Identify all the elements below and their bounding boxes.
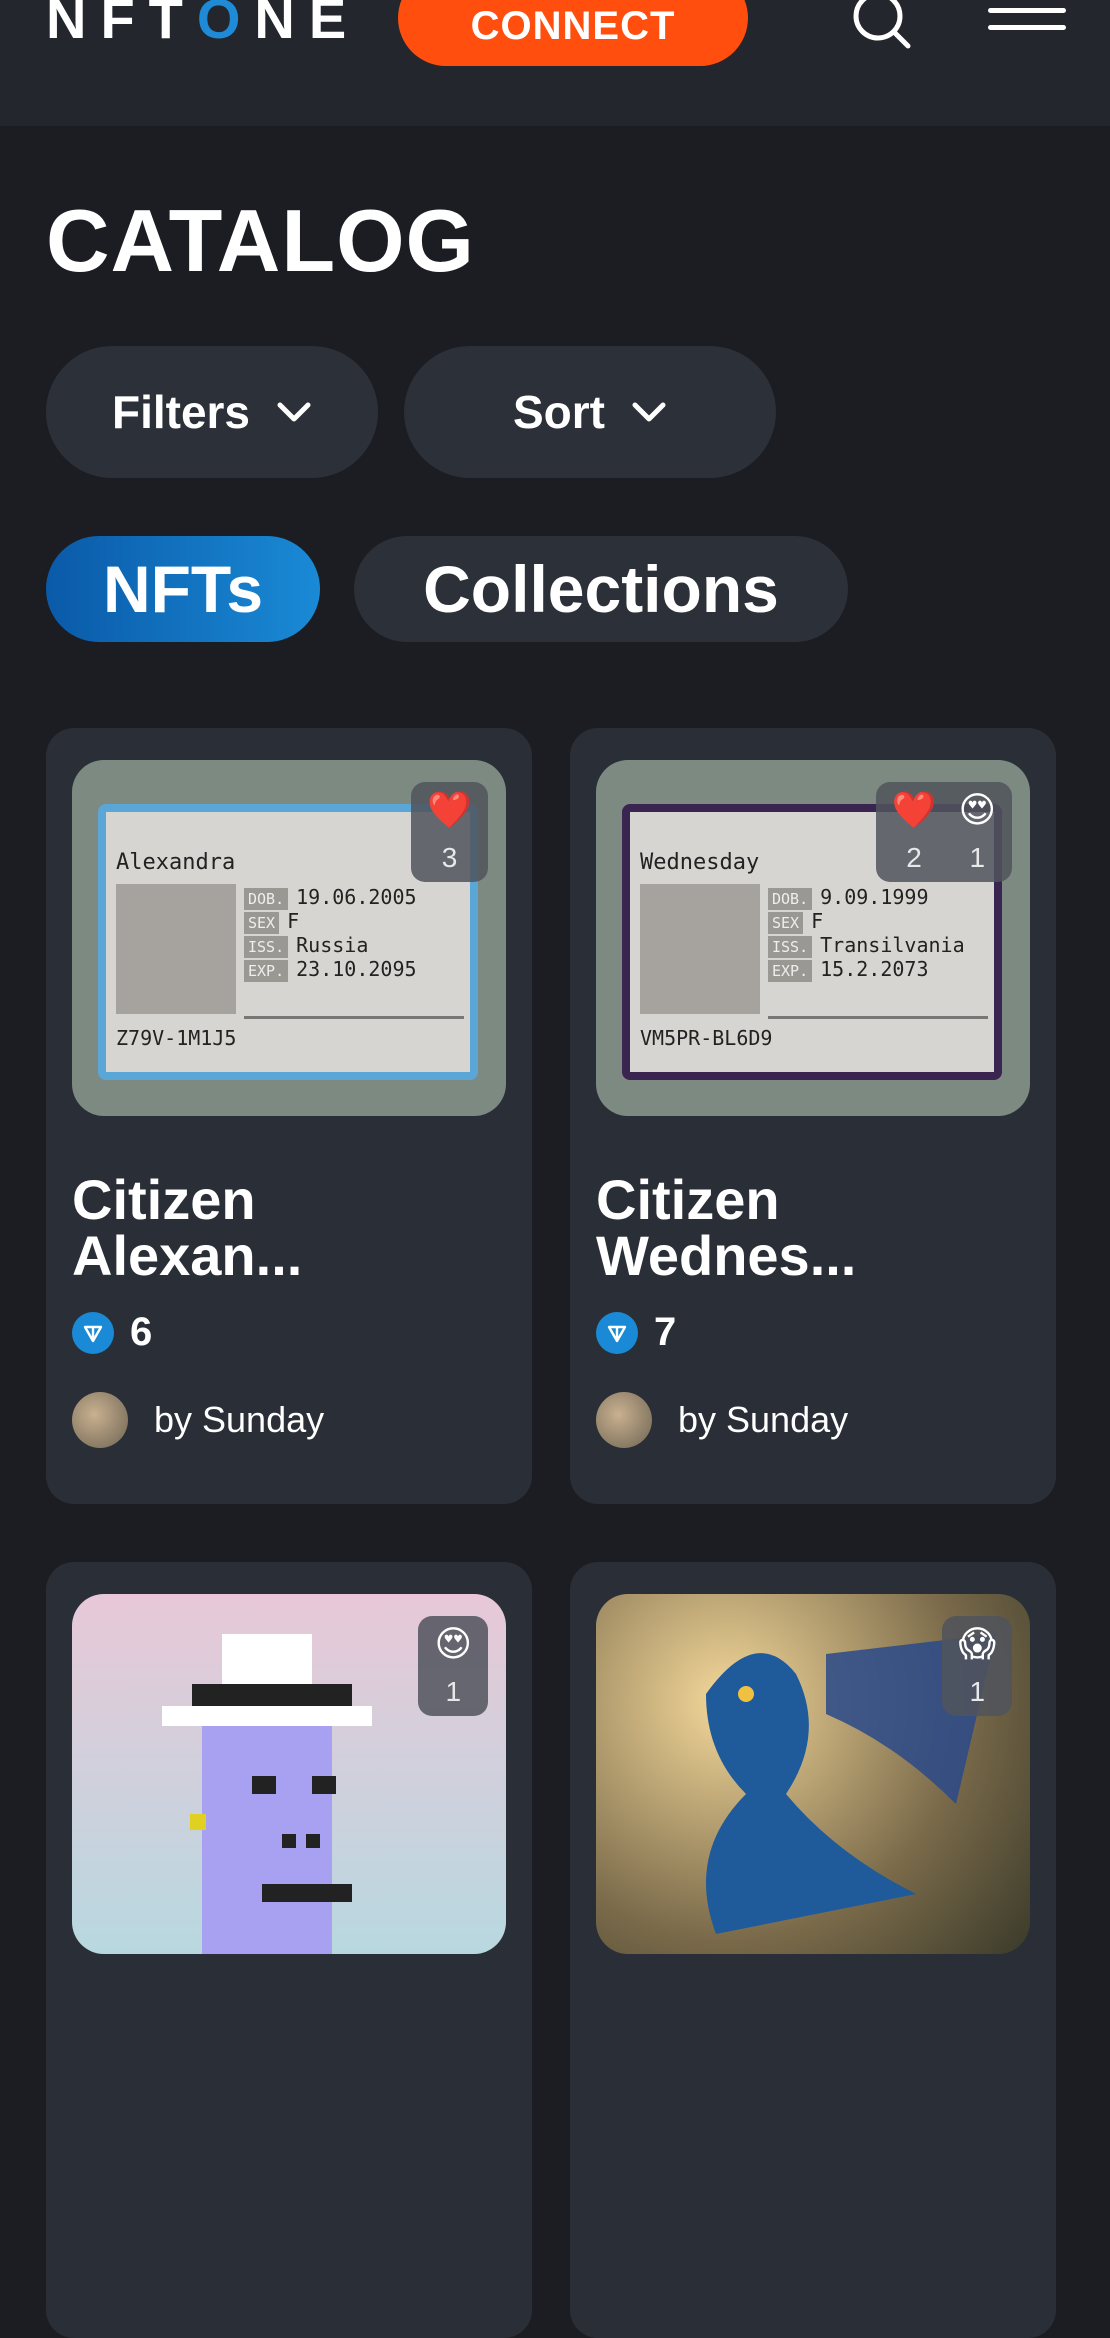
- nft-image[interactable]: 😍 1: [72, 1594, 506, 1954]
- divider: [244, 1016, 464, 1019]
- avatar: [596, 1392, 652, 1448]
- filters-dropdown[interactable]: Filters: [46, 346, 378, 478]
- connect-button[interactable]: CONNECT: [398, 0, 748, 66]
- reaction-count: 3: [441, 842, 458, 873]
- app-logo[interactable]: NFT O NE: [46, 0, 360, 51]
- id-name: Wednesday: [640, 850, 760, 875]
- pixel-portrait: [116, 884, 236, 1014]
- avatar: [72, 1392, 128, 1448]
- nft-image[interactable]: Alexandra DOB. 19.06.2005 SEX F ISS. Russia…: [72, 760, 506, 1116]
- filters-label: Filters: [111, 386, 251, 438]
- reaction-badge[interactable]: 😱 1: [942, 1616, 1012, 1716]
- nft-card[interactable]: 😍 1: [46, 1562, 532, 2338]
- nft-price: 6: [72, 1310, 152, 1355]
- author-name: by Sunday: [154, 1399, 325, 1440]
- author-link[interactable]: by Sunday: [72, 1392, 324, 1448]
- logo-text-right: NE: [254, 0, 361, 50]
- tab-nfts[interactable]: NFTs: [46, 536, 320, 642]
- id-code: VM5PR-BL6D9: [640, 1026, 773, 1050]
- author-link[interactable]: by Sunday: [596, 1392, 848, 1448]
- nft-card[interactable]: Alexandra DOB. 19.06.2005 SEX F ISS. Russia…: [46, 728, 532, 1504]
- price-value: 6: [130, 1310, 153, 1354]
- top-bar: NFT O NE CONNECT: [0, 0, 1110, 126]
- nft-image[interactable]: 😱 1: [596, 1594, 1030, 1954]
- id-fields: DOB. 19.06.2005 SEX F ISS. Russia EXP. 23.10…: [244, 886, 417, 982]
- author-name: by Sunday: [678, 1399, 849, 1440]
- logo-text-o: O: [196, 0, 255, 50]
- heart-eyes-icon: 😍: [958, 789, 996, 830]
- nft-name[interactable]: Citizen Wednes...: [596, 1172, 1036, 1284]
- pixel-portrait: [640, 884, 760, 1014]
- nft-card[interactable]: 😱 1: [570, 1562, 1056, 2338]
- page-title: CATALOG: [46, 191, 475, 290]
- sort-dropdown[interactable]: Sort: [404, 346, 776, 478]
- chevron-down-icon: [277, 402, 311, 422]
- id-code: Z79V-1M1J5: [116, 1026, 237, 1050]
- heart-icon: ❤️: [427, 789, 472, 830]
- reaction-badge[interactable]: 😍 1: [418, 1616, 488, 1716]
- tab-collections[interactable]: Collections: [354, 536, 848, 642]
- reaction-count: 1: [969, 842, 986, 873]
- heart-eyes-icon: 😍: [434, 1623, 472, 1664]
- reaction-badge[interactable]: ❤️ 2 😍 1: [875, 782, 1012, 882]
- search-icon[interactable]: [850, 0, 914, 52]
- id-fields: DOB. 9.09.1999 SEX F ISS. Transilvania EXP.…: [768, 886, 965, 982]
- nft-image[interactable]: Wednesday DOB. 9.09.1999 SEX F ISS. Transil…: [596, 760, 1030, 1116]
- divider: [768, 1016, 988, 1019]
- id-name: Alexandra: [116, 850, 236, 875]
- reaction-count: 1: [445, 1676, 462, 1707]
- price-value: 7: [654, 1310, 677, 1354]
- logo-text-left: NFT: [46, 0, 197, 50]
- chevron-down-icon: [632, 402, 666, 422]
- nft-card[interactable]: Wednesday DOB. 9.09.1999 SEX F ISS. Transil…: [570, 728, 1056, 1504]
- nft-price: 7: [596, 1310, 676, 1355]
- nft-name[interactable]: Citizen Alexan...: [72, 1172, 512, 1284]
- scream-icon: 😱: [958, 1623, 996, 1664]
- ton-icon: [72, 1311, 114, 1354]
- sort-label: Sort: [513, 386, 605, 438]
- heart-icon: ❤️: [891, 789, 937, 830]
- reaction-count: 2: [906, 842, 922, 873]
- reaction-count: 1: [969, 1676, 986, 1707]
- ton-icon: [596, 1311, 638, 1354]
- menu-icon[interactable]: [988, 8, 1066, 44]
- reaction-badge[interactable]: ❤️ 3: [411, 782, 488, 882]
